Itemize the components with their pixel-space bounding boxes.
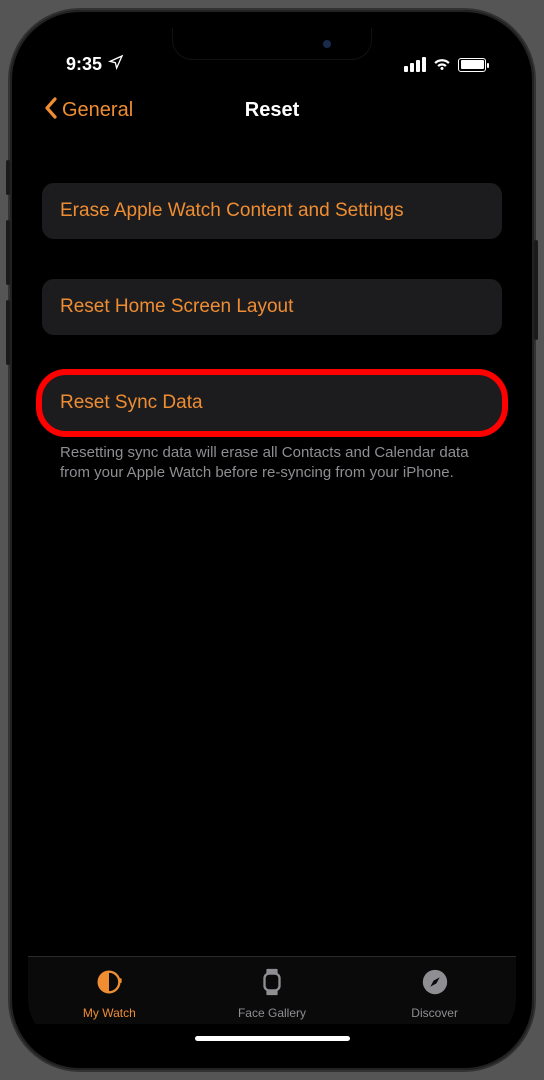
tab-discover-label: Discover xyxy=(411,1006,458,1020)
tab-discover[interactable]: Discover xyxy=(354,967,515,1020)
nav-bar: General Reset xyxy=(28,83,516,138)
reset-sync-data-label: Reset Sync Data xyxy=(60,392,203,413)
location-icon xyxy=(108,54,124,75)
back-button[interactable]: General xyxy=(44,97,133,125)
reset-home-screen-button[interactable]: Reset Home Screen Layout xyxy=(42,279,502,335)
cellular-signal-icon xyxy=(404,57,426,72)
content-area: Erase Apple Watch Content and Settings R… xyxy=(28,138,516,956)
power-button[interactable] xyxy=(534,240,538,340)
erase-content-button[interactable]: Erase Apple Watch Content and Settings xyxy=(42,183,502,239)
wifi-icon xyxy=(432,54,452,75)
home-indicator-area xyxy=(28,1024,516,1052)
face-gallery-icon xyxy=(257,967,287,1002)
mute-switch[interactable] xyxy=(6,160,10,195)
watch-icon xyxy=(94,967,124,1002)
tab-face-gallery[interactable]: Face Gallery xyxy=(191,967,352,1020)
chevron-left-icon xyxy=(44,97,58,125)
tab-my-watch-label: My Watch xyxy=(83,1006,136,1020)
reset-home-screen-label: Reset Home Screen Layout xyxy=(60,296,293,317)
tab-bar: My Watch Face Gallery Discover xyxy=(28,956,516,1024)
page-title: Reset xyxy=(245,99,299,122)
home-indicator[interactable] xyxy=(195,1036,350,1041)
volume-up-button[interactable] xyxy=(6,220,10,285)
tab-my-watch[interactable]: My Watch xyxy=(29,967,190,1020)
footer-description: Resetting sync data will erase all Conta… xyxy=(42,443,502,484)
status-time: 9:35 xyxy=(66,54,102,75)
volume-down-button[interactable] xyxy=(6,300,10,365)
battery-icon xyxy=(458,58,486,72)
notch xyxy=(172,28,372,60)
screen: 9:35 General xyxy=(28,28,516,1052)
phone-frame: 9:35 General xyxy=(10,10,534,1070)
tab-face-gallery-label: Face Gallery xyxy=(238,1006,306,1020)
compass-icon xyxy=(420,967,450,1002)
erase-content-label: Erase Apple Watch Content and Settings xyxy=(60,200,404,221)
reset-sync-data-button[interactable]: Reset Sync Data xyxy=(42,375,502,431)
back-label: General xyxy=(62,99,133,122)
